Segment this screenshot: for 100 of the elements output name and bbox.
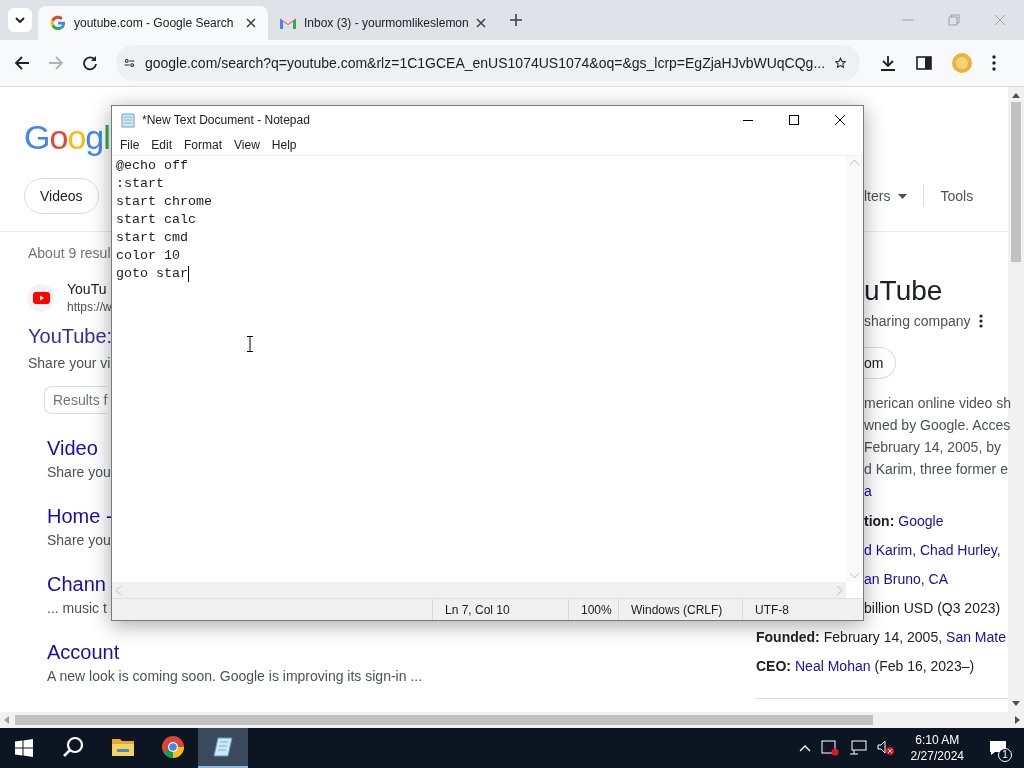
menu-item[interactable]: Format [178, 135, 229, 154]
star-icon[interactable] [835, 55, 846, 71]
horizontal-page-scrollbar[interactable] [0, 712, 1024, 728]
clock-date[interactable]: 2/27/2024 [910, 748, 964, 764]
google-logo[interactable]: Googl [24, 119, 111, 155]
download-icon[interactable] [880, 55, 896, 71]
notepad-icon [120, 112, 136, 128]
site-url: https://w [67, 299, 112, 316]
text-line: @echo off [116, 157, 188, 175]
url-text: google.com/search?q=youtube.com&rlz=1C1GCEA_enUS1074US1074&oq=&gs_lcrp=EgZjaHJvbWUqCQg... [144, 53, 826, 73]
network-alert-icon[interactable] [820, 740, 839, 756]
text-line: start cmd [116, 229, 188, 247]
notification-button[interactable]: 1 [980, 728, 1016, 768]
google-icon [50, 15, 66, 31]
play-icon [32, 292, 50, 304]
folder-icon [111, 737, 135, 757]
text-line: start chrome [116, 193, 212, 211]
sitelink-snippet: Share you [47, 531, 111, 550]
fact-link[interactable]: an Bruno, CA [864, 569, 949, 590]
panel-subtitle: sharing company [864, 312, 971, 331]
browser-tab[interactable]: youtube.com - Google Search [38, 6, 268, 40]
tab-title: Inbox (3) - yourmomlikeslemon [304, 15, 468, 32]
result-stats: About 9 resul [28, 244, 111, 263]
new-tab-icon[interactable] [510, 14, 522, 26]
reload-icon[interactable] [82, 55, 98, 71]
tools-button[interactable]: Tools [940, 186, 974, 207]
maximize-icon [789, 115, 799, 125]
fact-label: Founded: [756, 628, 820, 647]
description-line: d Karim, three former e [864, 460, 1008, 479]
envelope-icon [280, 17, 296, 29]
text-area[interactable]: @echo off :start start chrome start calc start cmd color 10 goto star [112, 156, 846, 582]
fact-value: February 14, 2005, [823, 628, 943, 647]
sitelink-snippet: ... music t [47, 599, 107, 618]
window-title: *New Text Document - Notepad [142, 112, 310, 129]
results-from-button[interactable]: Results f [44, 386, 108, 414]
notification-badge: 1 [998, 748, 1012, 762]
minimize-icon [743, 119, 753, 121]
text-line: :start [116, 175, 164, 193]
menu-item[interactable]: Help [265, 135, 303, 154]
speaker-muted-icon[interactable] [876, 740, 895, 756]
caret-icon [898, 194, 908, 199]
description-line: merican online video sh [864, 394, 1012, 413]
status-item: Ln 7, Col 10 [432, 599, 568, 620]
sitelink-title[interactable]: Chann [47, 571, 106, 597]
scroll-thumb[interactable] [15, 715, 873, 725]
fact-value: (Feb 16, 2023–) [874, 657, 975, 676]
fact-label: tion: [864, 512, 895, 531]
sitelink-title[interactable]: Video [47, 435, 98, 461]
status-item: UTF-8 [742, 599, 842, 620]
fact-link[interactable]: San Mate [946, 627, 1006, 648]
back-icon[interactable] [14, 55, 30, 71]
close-icon[interactable] [476, 18, 486, 28]
more-icon[interactable] [978, 314, 983, 328]
fact-link[interactable]: Neal Mohan [795, 656, 871, 677]
side-panel-icon[interactable] [916, 55, 932, 71]
taskbar-app[interactable] [198, 728, 248, 768]
site-settings-icon[interactable] [124, 56, 135, 70]
fact-value: billion USD (Q3 2023) [864, 599, 1001, 618]
fact-link[interactable]: Google [898, 511, 944, 532]
monitor-icon[interactable] [848, 740, 867, 756]
scroll-down-icon[interactable] [1012, 701, 1020, 706]
status-item: Windows (CRLF) [618, 599, 742, 620]
sitelink-title[interactable]: Account [47, 639, 120, 665]
notepad-icon [211, 735, 235, 759]
menu-icon[interactable] [992, 55, 996, 71]
close-icon[interactable] [246, 18, 256, 28]
filters-button[interactable]: lters [864, 186, 908, 207]
sitelink-snippet: Share you [47, 463, 111, 482]
text-line: start calc [116, 211, 196, 229]
description-line: wned by Google. Acces [864, 416, 1011, 435]
clock-time[interactable]: 6:10 AM [915, 732, 960, 748]
panel-title: uTube [863, 274, 944, 308]
wikipedia-link[interactable]: a [864, 480, 872, 502]
browser-tab[interactable]: Inbox (3) - yourmomlikeslemon [268, 6, 498, 40]
menu-item[interactable]: View [228, 135, 266, 154]
tab-title: youtube.com - Google Search [74, 15, 235, 32]
text-line: goto star [116, 265, 188, 283]
sitelink-snippet: A new look is coming soon. Google is improving its sign-in ... [47, 667, 423, 686]
tab-list-button[interactable] [8, 8, 32, 32]
close-icon [835, 115, 845, 125]
search-icon [61, 735, 85, 759]
status-item: 100% [568, 599, 618, 620]
description-line: February 14, 2005, by [864, 438, 1001, 457]
address-bar[interactable]: google.com/search?q=youtube.com&rlz=1C1GCEA_enUS1074US1074&oq=&gs_lcrp=EgZjaHJvbWUqCQg... [116, 45, 860, 81]
chevron-up-icon[interactable] [798, 744, 811, 752]
scroll-thumb[interactable] [1011, 102, 1021, 262]
fact-label: CEO: [756, 657, 791, 676]
menu-item[interactable]: File [114, 135, 146, 154]
page-scrollbar[interactable] [1008, 87, 1024, 712]
scroll-up-icon[interactable] [1012, 93, 1020, 98]
chrome-icon [161, 735, 185, 759]
text-cursor [188, 266, 189, 282]
menu-item[interactable]: Edit [145, 135, 179, 154]
text-line: color 10 [116, 247, 180, 265]
windows-icon [15, 739, 33, 757]
scroll-right-icon[interactable] [1015, 716, 1020, 724]
fact-link[interactable]: d Karim, Chad Hurley, [864, 540, 1001, 561]
text-cursor-icon [246, 336, 254, 352]
result-title-link[interactable]: YouTube: [28, 323, 113, 349]
chevron-down-icon [15, 17, 25, 23]
